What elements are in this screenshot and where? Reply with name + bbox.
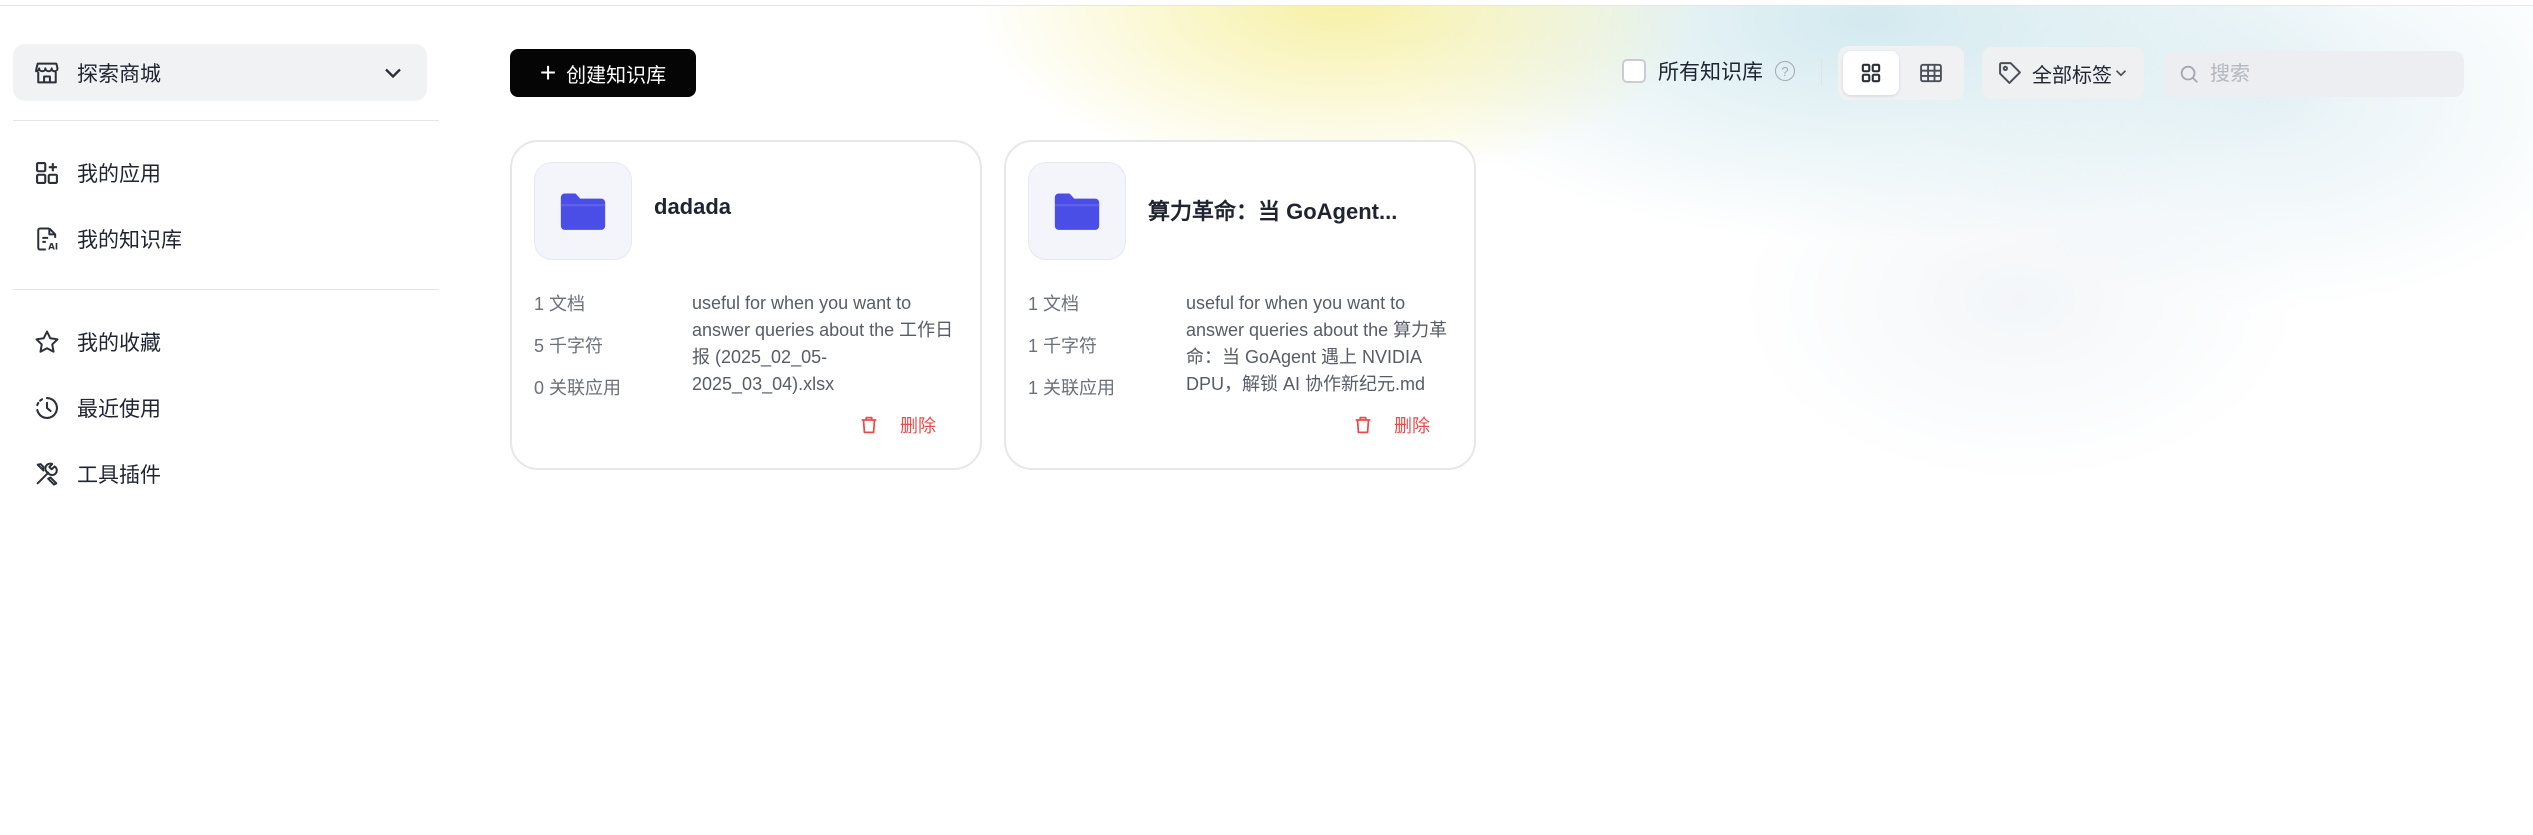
knowledge-base-card[interactable]: dadada 1 文档 5 千字符 0 关联应用 useful for when… <box>510 140 982 470</box>
sidebar: 探索商城 我的应用 AI 我的知识库 我的收藏 最近使用 工具插件 <box>0 6 452 835</box>
sidebar-divider <box>13 289 439 290</box>
sidebar-item-label: 我的收藏 <box>77 332 161 355</box>
card-linked-apps: 0 关联应用 <box>534 378 622 398</box>
plus-icon: + <box>539 57 557 88</box>
view-mode-toggle <box>1838 46 1964 100</box>
store-icon <box>33 59 61 87</box>
card-char-count: 5 千字符 <box>534 336 604 356</box>
card-char-count: 1 千字符 <box>1028 336 1098 356</box>
apps-icon <box>33 159 61 187</box>
top-border <box>0 0 2533 6</box>
tools-icon <box>33 460 61 488</box>
sidebar-item-label: 我的知识库 <box>77 229 182 252</box>
create-knowledge-base-button[interactable]: + 创建知识库 <box>510 49 696 97</box>
star-icon <box>33 328 61 356</box>
all-knowledge-bases-toggle[interactable]: 所有知识库 ? <box>1622 56 1795 86</box>
card-linked-apps: 1 关联应用 <box>1028 378 1116 398</box>
all-knowledge-bases-label: 所有知识库 <box>1658 61 1763 84</box>
folder-tile <box>1028 162 1126 260</box>
tag-icon <box>1996 59 2024 87</box>
trash-icon <box>858 414 880 436</box>
trash-icon <box>1352 414 1374 436</box>
card-description: useful for when you want to answer queri… <box>1186 293 1448 394</box>
search-icon <box>2178 63 2200 85</box>
knowledge-doc-icon: AI <box>33 225 61 253</box>
grid-view-button[interactable] <box>1843 51 1899 95</box>
folder-icon <box>1049 183 1105 239</box>
create-knowledge-base-label: 创建知识库 <box>566 64 667 87</box>
tag-filter-label: 全部标签 <box>2032 64 2112 87</box>
sidebar-item-label: 工具插件 <box>77 464 161 487</box>
table-icon <box>1917 59 1945 87</box>
toolbar-divider <box>1821 58 1822 86</box>
search-box <box>2164 51 2464 97</box>
card-description: useful for when you want to answer queri… <box>692 293 954 394</box>
chevron-down-icon <box>2112 64 2130 82</box>
delete-button[interactable]: 删除 <box>1352 412 1430 438</box>
search-input[interactable] <box>2210 62 2450 86</box>
sidebar-item-label: 最近使用 <box>77 398 161 421</box>
chevron-down-icon <box>379 59 407 87</box>
delete-label: 删除 <box>1394 416 1430 436</box>
explore-store-button[interactable]: 探索商城 <box>13 44 427 101</box>
sidebar-divider <box>13 120 439 121</box>
folder-icon <box>555 183 611 239</box>
help-icon[interactable]: ? <box>1775 61 1795 81</box>
sidebar-item-my-knowledge[interactable]: AI 我的知识库 <box>13 211 427 267</box>
all-knowledge-bases-checkbox[interactable] <box>1622 59 1646 83</box>
tag-filter-dropdown[interactable]: 全部标签 <box>1982 47 2144 99</box>
card-title: dadada <box>654 194 732 219</box>
sidebar-item-my-apps[interactable]: 我的应用 <box>13 145 427 201</box>
sidebar-item-recent[interactable]: 最近使用 <box>13 380 427 436</box>
grid-icon <box>1857 59 1885 87</box>
svg-text:AI: AI <box>48 243 58 253</box>
delete-label: 删除 <box>900 416 936 436</box>
explore-store-label: 探索商城 <box>77 62 161 86</box>
delete-button[interactable]: 删除 <box>858 412 936 438</box>
sidebar-item-tools[interactable]: 工具插件 <box>13 446 427 502</box>
card-title: 算力革命：当 GoAgent... <box>1148 199 1398 224</box>
history-icon <box>33 394 61 422</box>
sidebar-item-my-favorites[interactable]: 我的收藏 <box>13 314 427 370</box>
card-doc-count: 1 文档 <box>1028 294 1080 314</box>
card-doc-count: 1 文档 <box>534 294 586 314</box>
table-view-button[interactable] <box>1903 51 1959 95</box>
knowledge-base-card[interactable]: 算力革命：当 GoAgent... 1 文档 1 千字符 1 关联应用 usef… <box>1004 140 1476 470</box>
folder-tile <box>534 162 632 260</box>
sidebar-item-label: 我的应用 <box>77 163 161 186</box>
